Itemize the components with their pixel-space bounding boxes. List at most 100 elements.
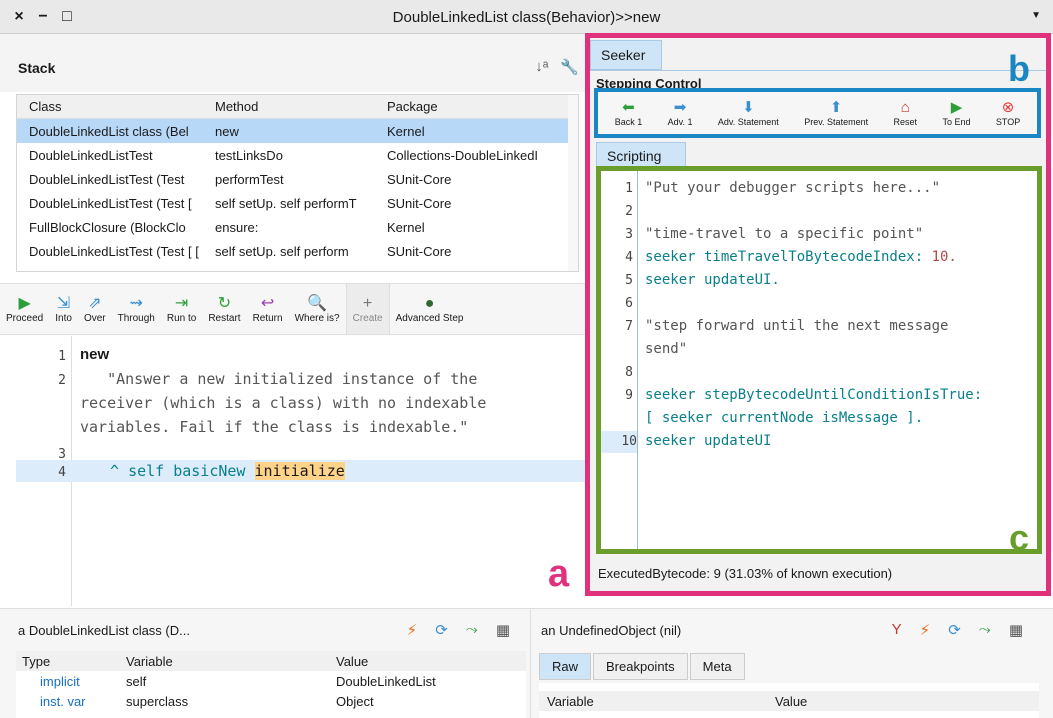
- stack-cell-package: SUnit-Core: [387, 243, 452, 259]
- toolbar-icon: ●: [424, 294, 435, 312]
- toolbar-label: Create: [352, 312, 383, 324]
- code-text: self basicNew: [128, 462, 246, 480]
- table-icon[interactable]: ▦: [1009, 621, 1023, 639]
- tab-breakpoints[interactable]: Breakpoints: [593, 653, 688, 680]
- stack-title: Stack: [18, 60, 56, 76]
- stack-scrollbar[interactable]: [568, 95, 578, 271]
- inspector-title: a DoubleLinkedList class (D...: [18, 623, 190, 638]
- toolbar-button-advanced-step[interactable]: ● Advanced Step: [390, 284, 470, 334]
- debugger-toolbar: ▶ Proceed ⇲ Into ⇗ Over ⇝ Through ⇥ Run to ↻ Restar…: [0, 283, 585, 335]
- debug-icon[interactable]: ⚡: [407, 621, 418, 639]
- toolbar-button-create[interactable]: + Create: [345, 284, 390, 334]
- stack-cell-class: DoubleLinkedListTest (Test [: [29, 195, 192, 211]
- code-text: variables. Fail if the class is indexabl…: [80, 418, 469, 436]
- toolbar-button-restart[interactable]: ↻ Restart: [202, 284, 246, 334]
- toolbar-icon: ↩: [260, 294, 275, 312]
- stack-cell-class: FullBlockClosure (BlockClo: [29, 219, 186, 235]
- graph-icon[interactable]: ⤳: [979, 621, 991, 639]
- column-header-type[interactable]: Type: [16, 654, 126, 669]
- stack-row[interactable]: DoubleLinkedListTest (Test [ [ self setU…: [17, 239, 578, 263]
- method-code-editor[interactable]: 1 new 2 "Answer a new initialized instan…: [16, 336, 585, 606]
- stack-row[interactable]: DoubleLinkedList class (Bel new Kernel: [17, 119, 578, 143]
- toolbar-button-over[interactable]: ⇗ Over: [78, 284, 112, 334]
- refresh-icon[interactable]: ⟳: [948, 621, 961, 639]
- column-header-variable[interactable]: Variable: [126, 654, 336, 669]
- table-row[interactable]: implicit self DoubleLinkedList: [16, 671, 526, 691]
- variable-type: implicit: [40, 673, 80, 689]
- line-number: 4: [58, 465, 66, 480]
- code-line: 1 new: [16, 344, 585, 366]
- column-header-value[interactable]: Value: [775, 694, 955, 709]
- toolbar-button-through[interactable]: ⇝ Through: [112, 284, 161, 334]
- stack-cell-package: Collections-DoubleLinkedI: [387, 147, 539, 163]
- raw-table: Variable Value: [539, 683, 1039, 718]
- raw-table-header: Variable Value: [539, 691, 1039, 711]
- stack-cell-method: performTest: [215, 171, 284, 187]
- variable-value: DoubleLinkedList: [336, 673, 436, 689]
- filter-icon[interactable]: Y: [892, 621, 902, 639]
- toolbar-label: Through: [117, 312, 155, 324]
- stack-cell-class: DoubleLinkedListTest (Test [ [: [29, 243, 199, 259]
- current-selector-highlight: initialize: [254, 462, 345, 480]
- refresh-icon[interactable]: ⟳: [435, 621, 448, 639]
- window-title: DoubleLinkedList class(Behavior)>>new: [392, 9, 661, 26]
- annotation-box-a: [585, 33, 1051, 596]
- toolbar-button-into[interactable]: ⇲ Into: [49, 284, 78, 334]
- sort-icon[interactable]: ↓ᵃ: [535, 58, 548, 76]
- code-line: receiver (which is a class) with no inde…: [16, 392, 585, 414]
- stack-cell-method: testLinksDo: [215, 147, 283, 163]
- column-header-variable[interactable]: Variable: [539, 694, 775, 709]
- stack-row[interactable]: DoubleLinkedListTest testLinksDo Collect…: [17, 143, 578, 167]
- toolbar-label: Over: [83, 312, 106, 324]
- inspector-tabs: Raw Breakpoints Meta: [539, 653, 747, 680]
- toolbar-icon: ↻: [217, 294, 232, 312]
- tab-meta[interactable]: Meta: [689, 653, 745, 680]
- toolbar-icon: ⇲: [56, 294, 71, 312]
- stack-row[interactable]: FullBlockClosure (BlockClo ensure: Kerne…: [17, 215, 578, 239]
- graph-icon[interactable]: ⤳: [466, 621, 478, 639]
- stack-table-header: Class Method Package: [17, 95, 578, 119]
- window-menu-icon[interactable]: ▼: [1031, 10, 1041, 21]
- stack-cell-package: SUnit-Core: [387, 171, 452, 187]
- stack-cell-class: DoubleLinkedListTest (Test: [29, 171, 185, 187]
- stack-cell-method: new: [215, 123, 239, 139]
- stack-cell-package: Kernel: [387, 123, 425, 139]
- toolbar-label: Return: [252, 312, 283, 324]
- stack-cell-method: ensure:: [215, 219, 259, 235]
- table-row[interactable]: inst. var superclass Object: [16, 691, 526, 711]
- stack-cell-class: DoubleLinkedListTest: [29, 147, 153, 163]
- toolbar-icon: ⇥: [174, 294, 189, 312]
- stack-cell-package: Kernel: [387, 219, 425, 235]
- toolbar-icon: ▶: [18, 294, 31, 312]
- column-header-package[interactable]: Package: [387, 99, 577, 114]
- tab-raw[interactable]: Raw: [539, 653, 592, 680]
- stack-row[interactable]: DoubleLinkedListTest (Test performTest S…: [17, 167, 578, 191]
- caret-symbol: ^: [110, 462, 120, 480]
- receiver-inspector: a DoubleLinkedList class (D... ⚡ ⟳ ⤳ ▦ T…: [0, 608, 530, 718]
- stack-row[interactable]: DoubleLinkedListTest (Test [ self setUp.…: [17, 191, 578, 215]
- annotation-a: a: [548, 553, 570, 595]
- code-line: variables. Fail if the class is indexabl…: [16, 416, 585, 438]
- column-header-class[interactable]: Class: [17, 99, 215, 114]
- toolbar-label: Proceed: [6, 312, 44, 324]
- variable-type: inst. var: [40, 693, 86, 709]
- toolbar-button-run-to[interactable]: ⇥ Run to: [161, 284, 202, 334]
- column-header-method[interactable]: Method: [215, 99, 387, 114]
- toolbar-label: Into: [55, 312, 72, 324]
- toolbar-button-where-is[interactable]: 🔍 Where is?: [289, 284, 346, 334]
- toolbar-icon: 🔍: [307, 294, 328, 312]
- toolbar-label: Run to: [166, 312, 197, 324]
- variable-name: self: [126, 673, 147, 689]
- line-number: 1: [58, 349, 66, 364]
- debug-icon[interactable]: ⚡: [920, 621, 931, 639]
- column-header-value[interactable]: Value: [336, 654, 516, 669]
- code-line-current: 4 ^ self basicNew initialize: [16, 460, 585, 482]
- code-line: 2 "Answer a new initialized instance of …: [16, 368, 585, 390]
- toolbar-button-proceed[interactable]: ▶ Proceed: [0, 284, 49, 334]
- stack-cell-package: SUnit-Core: [387, 195, 452, 211]
- code-text: receiver (which is a class) with no inde…: [80, 394, 487, 412]
- toolbar-button-return[interactable]: ↩ Return: [247, 284, 289, 334]
- wrench-icon[interactable]: 🔧: [560, 58, 579, 76]
- table-icon[interactable]: ▦: [496, 621, 510, 639]
- toolbar-label: Advanced Step: [395, 312, 464, 324]
